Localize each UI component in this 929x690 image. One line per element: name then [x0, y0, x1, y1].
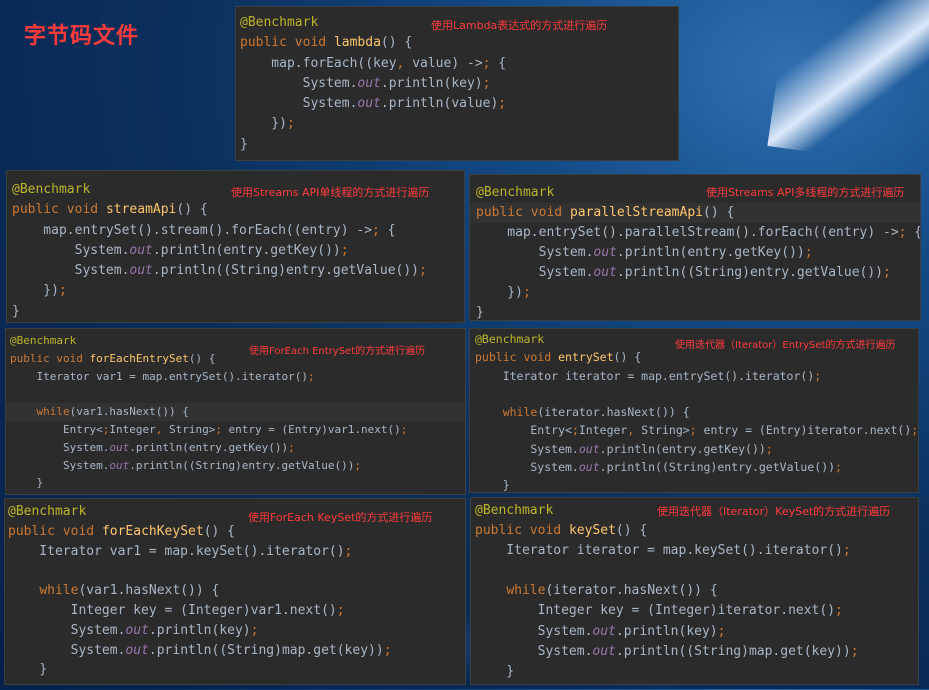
code-line: while(var1.hasNext()) { [39, 583, 220, 599]
code-line: map.entrySet().stream().forEach((entry) … [12, 222, 396, 238]
code-line: System.out.println((String)entry.getValu… [475, 460, 842, 475]
code-line: @Benchmark [12, 182, 91, 197]
code-line: public void forEachKeySet() { [8, 523, 235, 539]
code-line: }); [240, 116, 295, 132]
code-line: public void keySet() { [475, 523, 648, 539]
code-line: Integer key = (Integer)iterator.next(); [475, 603, 843, 619]
code-line: System.out.println((String)map.get(key))… [8, 642, 392, 658]
code-line: while(var1.hasNext()) { [6, 403, 465, 421]
code-line: System.out.println(entry.getKey()); [10, 440, 295, 454]
code-block: @Benchmark public void lambda() { map.for… [236, 13, 678, 155]
code-block: @Benchmark public void entrySet() { Itera… [470, 330, 919, 493]
code-line: System.out.println(entry.getKey()); [12, 242, 349, 258]
code-panel-stream-api: 使用Streams API单线程的方式进行遍历 @Benchmark public… [6, 170, 465, 323]
code-panel-iterator-keyset: 使用迭代器（Iterator）KeySet的方式进行遍历 @Benchmark p… [470, 497, 919, 685]
code-line: @Benchmark [240, 15, 319, 30]
code-line: @Benchmark [475, 503, 554, 518]
code-block: @Benchmark public void forEachKeySet() { … [5, 502, 465, 680]
code-block: @Benchmark public void streamApi() { map.… [7, 180, 464, 322]
code-line: System.out.println((String)entry.getValu… [10, 458, 362, 472]
code-line: public void streamApi() { [12, 202, 208, 218]
code-panel-iterator-entryset: 使用迭代器（Iterator）EntrySet的方式进行遍历 @Benchmar… [469, 328, 919, 493]
code-line: while(iterator.hasNext()) { [502, 405, 690, 420]
code-line: System.out.println(key); [475, 623, 726, 639]
code-line: } [12, 303, 20, 319]
code-line: public void entrySet() { [475, 350, 642, 365]
code-panel-foreach-entryset: 使用ForEach EntrySet的方式进行遍历 @Benchmark publ… [5, 328, 466, 495]
code-line: Integer key = (Integer)var1.next(); [8, 602, 345, 618]
code-block: @Benchmark public void parallelStreamApi(… [470, 183, 921, 320]
code-line: System.out.println(key); [240, 75, 491, 91]
code-line: } [8, 662, 48, 678]
code-line: public void lambda() { [240, 35, 413, 51]
code-block: @Benchmark public void keySet() { Iterato… [471, 501, 918, 682]
code-panel-parallel-stream-api: 使用Streams API多线程的方式进行遍历 @Benchmark public… [469, 174, 921, 321]
code-line: Entry<;Integer, String>; entry = (Entry)… [475, 423, 919, 438]
code-line: Iterator var1 = map.keySet().iterator(); [8, 543, 353, 559]
page-title: 字节码文件 [24, 24, 140, 49]
code-line: @Benchmark [8, 504, 87, 519]
code-line: System.out.println(entry.getKey()); [475, 441, 773, 456]
code-line: } [475, 663, 515, 679]
code-line: } [476, 305, 484, 320]
code-line: System.out.println((String)entry.getValu… [12, 263, 427, 279]
code-line: public void forEachEntrySet() { [10, 351, 216, 365]
code-line: }); [476, 285, 531, 300]
code-line: Entry<;Integer, String>; entry = (Entry)… [10, 422, 408, 436]
code-line: System.out.println(entry.getKey()); [476, 245, 813, 260]
code-block: @Benchmark public void forEachEntrySet() … [6, 332, 465, 492]
code-line: System.out.println(key); [8, 622, 259, 638]
code-line: Iterator var1 = map.entrySet().iterator(… [10, 369, 315, 383]
code-line: map.entrySet().parallelStream().forEach(… [476, 225, 921, 240]
code-line: Iterator iterator = map.keySet().iterato… [475, 543, 851, 559]
code-line: while(iterator.hasNext()) { [506, 583, 718, 599]
code-line: map.forEach((key, value) ->; { [240, 55, 507, 71]
code-line: System.out.println((String)entry.getValu… [476, 265, 891, 280]
code-panel-foreach-keyset: 使用ForEach KeySet的方式进行遍历 @Benchmark public… [4, 498, 466, 685]
code-line: public void parallelStreamApi() { [470, 203, 920, 223]
code-line: }); [12, 283, 67, 299]
code-line: System.out.println(value); [240, 96, 507, 112]
code-line: System.out.println((String)map.get(key))… [475, 643, 859, 659]
code-line: @Benchmark [476, 185, 555, 200]
code-line: Iterator iterator = map.entrySet().itera… [475, 368, 822, 383]
code-line: @Benchmark [475, 332, 545, 346]
background-light-streak [767, 0, 929, 173]
code-line: } [240, 136, 248, 152]
code-panel-lambda: 使用Lambda表达式的方式进行遍历 @Benchmark public void… [235, 6, 679, 161]
code-line: } [10, 476, 44, 490]
code-line: @Benchmark [10, 334, 77, 347]
code-line: } [475, 478, 510, 493]
